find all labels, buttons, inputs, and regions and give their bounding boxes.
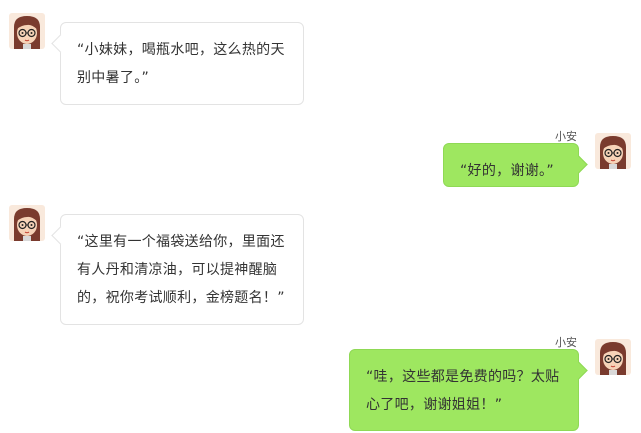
message-bubble-left: “小妹妹，喝瓶水吧，这么热的天别中暑了。” [60, 22, 304, 105]
sender-name: 小安 [555, 336, 577, 349]
message-bubble-right: “好的，谢谢。” [443, 143, 579, 187]
sender-name: 小安 [555, 130, 577, 143]
avatar-girl [595, 133, 631, 169]
girl-avatar-icon [595, 133, 631, 169]
message-text: “小妹妹，喝瓶水吧，这么热的天别中暑了。” [77, 42, 285, 86]
message-bubble-right: “哇，这些都是免费的吗？太贴心了吧，谢谢姐姐！” [349, 349, 579, 431]
avatar-girl [595, 339, 631, 375]
girl-avatar-icon [9, 205, 45, 241]
girl-avatar-icon [595, 339, 631, 375]
message-text: “好的，谢谢。” [460, 163, 554, 179]
girl-avatar-icon [9, 13, 45, 49]
avatar-girl [9, 205, 45, 241]
message-bubble-left: “这里有一个福袋送给你，里面还有人丹和清凉油，可以提神醒脑的，祝你考试顺利，金榜… [60, 214, 304, 325]
message-text: “这里有一个福袋送给你，里面还有人丹和清凉油，可以提神醒脑的，祝你考试顺利，金榜… [77, 234, 285, 306]
message-text: “哇，这些都是免费的吗？太贴心了吧，谢谢姐姐！” [366, 369, 560, 413]
avatar-girl [9, 13, 45, 49]
